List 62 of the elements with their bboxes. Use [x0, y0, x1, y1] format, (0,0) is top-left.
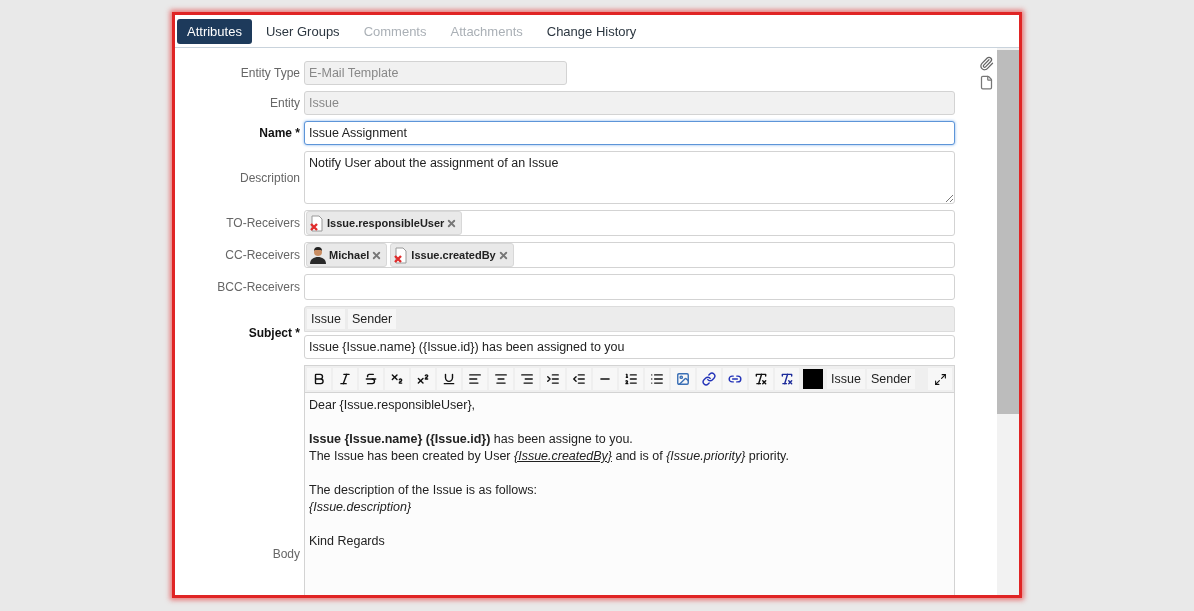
description-field[interactable]: Notify User about the assignment of an Issue [304, 151, 955, 204]
outdent-icon[interactable] [567, 368, 591, 390]
body-text-line: The Issue has been created by User {Issue.createdBy} and is of {Issue.priority} priority. [309, 448, 790, 465]
remove-icon[interactable] [497, 249, 509, 261]
tab[interactable]: User Groups [255, 18, 350, 44]
resize-grip-icon[interactable] [945, 194, 953, 202]
align-center-icon[interactable] [489, 368, 513, 390]
text-color-swatch[interactable] [803, 369, 823, 389]
body-text-line: Dear {Issue.responsibleUser}, [309, 397, 477, 414]
document-error-icon [309, 214, 325, 232]
superscript-icon[interactable] [411, 368, 435, 390]
field-label: Entity Type [239, 66, 300, 80]
field-label: TO-Receivers [225, 216, 300, 230]
receiver-tag: Issue.createdBy [390, 243, 514, 267]
align-right-icon[interactable] [515, 368, 539, 390]
maximize-icon[interactable] [928, 368, 952, 390]
bullet-list-icon[interactable] [645, 368, 669, 390]
align-left-icon[interactable] [463, 368, 487, 390]
indent-icon[interactable] [541, 368, 565, 390]
placeholder-button[interactable]: Sender [347, 309, 397, 329]
field-label: Subject * [247, 325, 300, 340]
tab[interactable]: Attributes [177, 18, 252, 44]
placeholder-button[interactable]: Sender [866, 369, 916, 389]
subscript-icon[interactable] [385, 368, 409, 390]
scrollbar-thumb[interactable] [997, 50, 1019, 414]
receivers-field[interactable]: Michael Issue.createdBy [304, 242, 955, 268]
clear-style-icon[interactable] [775, 368, 799, 390]
receivers-field[interactable]: Issue.responsibleUser [304, 210, 955, 236]
placeholder-button[interactable]: Issue [307, 309, 345, 329]
link-icon[interactable] [697, 368, 721, 390]
field-label: Name * [258, 126, 300, 140]
receiver-tag: Michael [306, 243, 388, 267]
receivers-field[interactable] [304, 274, 955, 300]
placeholder-button[interactable]: Issue [827, 369, 865, 389]
strikethrough-icon[interactable] [359, 368, 383, 390]
body-text-line: The description of the Issue is as follows: [309, 482, 538, 499]
italic-icon[interactable] [333, 368, 357, 390]
document-error-icon [393, 246, 410, 264]
tab[interactable]: Change History [536, 18, 647, 44]
field-label: Body [271, 546, 300, 561]
field-label: Entity [269, 96, 300, 110]
subject-field[interactable]: Issue {Issue.name} ({Issue.id}) has been assigned to you [304, 335, 955, 359]
file-icon[interactable] [979, 75, 994, 90]
image-icon[interactable] [671, 368, 695, 390]
body-text-line: Issue {Issue.name} ({Issue.id}) has been assigne to you. [309, 431, 634, 448]
bold-icon[interactable] [307, 368, 331, 390]
body-text-line: Kind Regards [309, 533, 386, 550]
underline-icon[interactable] [437, 368, 461, 390]
body-text-line: {Issue.description} [309, 499, 413, 516]
receiver-tag: Issue.responsibleUser [306, 211, 463, 235]
input-field[interactable]: Issue Assignment [304, 121, 955, 145]
remove-icon[interactable] [371, 249, 383, 261]
unlink-icon[interactable] [723, 368, 747, 390]
field-label: CC-Receivers [224, 248, 300, 262]
person-icon [309, 246, 327, 264]
field-label: BCC-Receivers [216, 280, 300, 294]
numbered-list-icon[interactable] [619, 368, 643, 390]
field-label: Description [238, 170, 300, 185]
paperclip-icon[interactable] [979, 56, 994, 71]
scrollbar[interactable] [997, 48, 1019, 595]
remove-icon[interactable] [446, 217, 458, 229]
clear-format-icon[interactable] [749, 368, 773, 390]
